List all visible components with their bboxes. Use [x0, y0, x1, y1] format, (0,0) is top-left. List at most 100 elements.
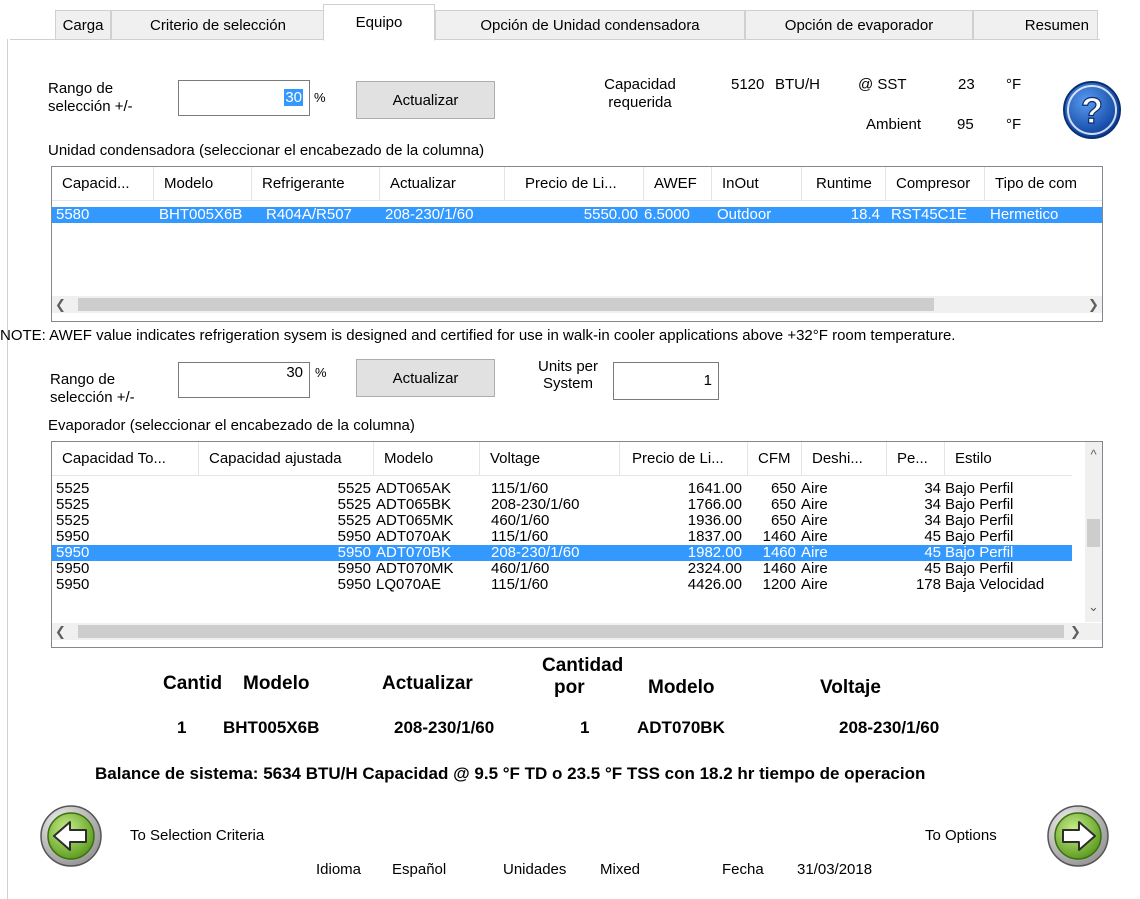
summary-header-cantidad-por: Cantidad por [542, 655, 624, 698]
date-label: Fecha [722, 861, 764, 878]
col-header[interactable]: Actualizar [380, 167, 505, 201]
col-header[interactable]: Modelo [374, 442, 480, 476]
cell: 5950 [337, 529, 371, 545]
col-header[interactable]: Deshi... [802, 442, 887, 476]
cell: Hermetico [990, 207, 1059, 223]
scrollbar-thumb[interactable] [78, 625, 1064, 638]
units-per-system-input[interactable]: 1 [613, 362, 719, 400]
help-button[interactable]: ? [1062, 80, 1122, 140]
cell: 5950 [337, 577, 371, 593]
cell: 115/1/60 [491, 577, 549, 593]
col-header[interactable]: Precio de Li... [620, 442, 748, 476]
tab-opcion-condensadora[interactable]: Opción de Unidad condensadora [435, 10, 745, 40]
col-header[interactable]: Compresor [886, 167, 985, 201]
condensing-range-input[interactable]: 30 [178, 80, 310, 116]
condensing-range-label: Rango de selección +/- [48, 80, 133, 115]
summary-modelo: BHT005X6B [223, 718, 320, 737]
back-label[interactable]: To Selection Criteria [130, 827, 264, 844]
col-header[interactable]: Estilo [945, 442, 1072, 476]
evaporator-grid[interactable]: Capacidad To... Capacidad ajustada Model… [51, 441, 1103, 648]
col-header[interactable]: Refrigerante [252, 167, 380, 201]
cell: 650 [770, 497, 796, 513]
units-value: Mixed [600, 861, 641, 878]
cell: ADT070MK [376, 561, 454, 577]
cell: LQ070AE [376, 577, 442, 593]
scroll-right-icon[interactable]: ❯ [1067, 623, 1084, 640]
scrollbar-thumb[interactable] [1087, 519, 1100, 547]
scroll-left-icon[interactable]: ❮ [52, 623, 69, 640]
col-header[interactable]: AWEF [644, 167, 712, 201]
col-header[interactable]: CFM [748, 442, 802, 476]
required-capacity-unit: BTU/H [775, 76, 820, 93]
condensing-grid[interactable]: Capacid... Modelo Refrigerante Actualiza… [51, 166, 1103, 322]
summary-header-modelo: Modelo [243, 673, 310, 694]
cell: 115/1/60 [491, 529, 549, 545]
cell: 4426.00 [687, 577, 742, 593]
col-header[interactable]: Voltage [480, 442, 620, 476]
cell: 45 [924, 561, 941, 577]
sst-label: @ SST [858, 76, 907, 93]
cell: 34 [924, 513, 941, 529]
evaporator-percent-label: % [315, 365, 327, 380]
cell: ADT065MK [376, 513, 454, 529]
cell: 5525 [56, 481, 90, 497]
cell: 18.4 [850, 207, 880, 223]
scrollbar-thumb[interactable] [78, 298, 934, 311]
condensing-grid-header: Capacid... Modelo Refrigerante Actualiza… [52, 167, 1102, 201]
cell: 460/1/60 [491, 561, 550, 577]
evaporator-range-input[interactable]: 30 [178, 362, 310, 398]
scroll-left-icon[interactable]: ❮ [52, 296, 69, 313]
table-row[interactable]: 5950 5950 ADT070BK 208-230/1/60 1982.00 1460 A… [52, 545, 1072, 561]
back-button[interactable] [40, 805, 102, 867]
cell: 5950 [337, 561, 371, 577]
col-header[interactable]: Pe... [887, 442, 945, 476]
scroll-up-icon[interactable]: ^ [1085, 446, 1102, 463]
cell: RST45C1E [891, 207, 967, 223]
tab-criterio[interactable]: Criterio de selección [111, 10, 325, 40]
condensing-hscrollbar[interactable]: ❮ ❯ [52, 296, 1102, 313]
condensing-update-button[interactable]: Actualizar [356, 81, 495, 119]
col-header[interactable]: Precio de Li... [505, 167, 644, 201]
table-row[interactable]: 5950 5950 ADT070MK 460/1/60 2324.00 1460 Aire 4… [52, 561, 1072, 577]
cell: 1460 [762, 529, 796, 545]
evaporator-update-button[interactable]: Actualizar [356, 359, 495, 397]
cell: 6.5000 [644, 207, 690, 223]
awef-note: NOTE: AWEF value indicates refrigeration… [0, 327, 956, 344]
summary-header-actualizar: Actualizar [382, 673, 473, 694]
cell: 45 [924, 529, 941, 545]
col-header[interactable]: Capacid... [52, 167, 154, 201]
evaporator-hscrollbar[interactable]: ❮ ❯ [52, 623, 1102, 640]
tab-equipo[interactable]: Equipo [323, 4, 435, 41]
tab-opcion-evaporador[interactable]: Opción de evaporador [745, 10, 973, 40]
scroll-right-icon[interactable]: ❯ [1085, 296, 1102, 313]
col-header[interactable]: Capacidad ajustada [199, 442, 374, 476]
required-capacity-label: Capacidad requerida [604, 76, 676, 111]
next-label[interactable]: To Options [925, 827, 997, 844]
col-header[interactable]: Tipo de com [985, 167, 1102, 201]
back-arrow-icon [40, 805, 102, 867]
cell: 5950 [56, 529, 90, 545]
col-header[interactable]: Capacidad To... [52, 442, 199, 476]
table-row[interactable]: 5950 5950 LQ070AE 115/1/60 4426.00 1200 Aire 17… [52, 577, 1072, 593]
col-header[interactable]: Modelo [154, 167, 252, 201]
sst-unit: °F [1006, 76, 1022, 93]
next-button[interactable] [1047, 805, 1109, 867]
tab-resumen[interactable]: Resumen [973, 10, 1098, 40]
evaporator-vscrollbar[interactable]: ^ ⌄ [1085, 442, 1102, 622]
table-row[interactable]: 5525 5525 ADT065BK 208-230/1/60 1766.00 650 Ai… [52, 497, 1072, 513]
evaporator-grid-caption: Evaporador (seleccionar el encabezado de… [48, 417, 415, 434]
col-header[interactable]: InOut [712, 167, 802, 201]
col-header[interactable]: Runtime [802, 167, 886, 201]
table-row[interactable]: 5580 BHT005X6B R404A/R507 208-230/1/60 5… [52, 207, 1102, 223]
table-row[interactable]: 5525 5525 ADT065MK 460/1/60 1936.00 650 Aire 34… [52, 513, 1072, 529]
next-arrow-icon [1047, 805, 1109, 867]
units-per-system-label: Units per System [537, 358, 599, 392]
tab-carga[interactable]: Carga [55, 10, 111, 40]
table-row[interactable]: 5525 5525 ADT065AK 115/1/60 1641.00 650 Aire 34… [52, 481, 1072, 497]
condensing-grid-caption: Unidad condensadora (seleccionar el enca… [48, 142, 485, 159]
scroll-down-icon[interactable]: ⌄ [1085, 598, 1102, 615]
cell: 1460 [762, 545, 796, 561]
table-row[interactable]: 5950 5950 ADT070AK 115/1/60 1837.00 1460 Aire 4… [52, 529, 1072, 545]
summary-cantidad: 1 [177, 718, 187, 737]
required-capacity-value: 5120 [731, 76, 765, 93]
